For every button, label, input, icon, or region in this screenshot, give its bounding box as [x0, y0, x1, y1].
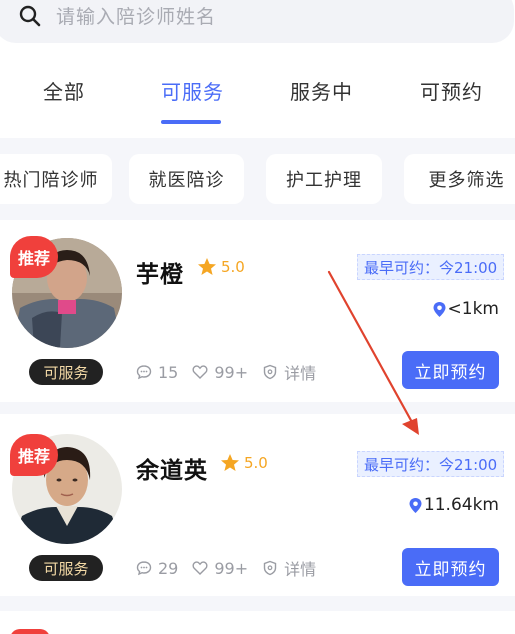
status-badge: 可服务 — [29, 359, 103, 385]
location-pin-icon — [433, 301, 446, 317]
star-icon — [221, 454, 239, 471]
likes-stat: 99+ — [192, 363, 248, 382]
tab-bookable[interactable]: 可预约 — [420, 76, 483, 105]
filter-chip-more[interactable]: 更多筛选 — [404, 154, 515, 204]
detail-link[interactable]: 详情 — [262, 556, 316, 580]
search-area: 请输入陪诊师姓名 — [0, 0, 515, 60]
search-placeholder: 请输入陪诊师姓名 — [56, 6, 217, 28]
search-input[interactable]: 请输入陪诊师姓名 — [0, 0, 514, 43]
card-stats: 15 99+ 详情 — [136, 360, 330, 384]
status-badge: 可服务 — [29, 555, 103, 581]
earliest-available: 最早可约：今21:00 — [357, 451, 505, 477]
heart-icon — [192, 365, 208, 379]
filter-bar: 热门陪诊师 就医陪诊 护工护理 更多筛选 — [0, 138, 515, 220]
rating-value: 5.0 — [244, 454, 268, 472]
tab-in-service[interactable]: 服务中 — [290, 76, 353, 105]
location-pin-icon — [409, 497, 422, 513]
comment-count: 15 — [158, 362, 179, 382]
earliest-available: 最早可约：今21:00 — [357, 254, 505, 280]
tab-available[interactable]: 可服务 — [161, 76, 224, 105]
distance: 11.64km — [409, 495, 499, 515]
likes-stat: 99+ — [192, 559, 248, 578]
escort-name: 芋橙 — [136, 262, 184, 288]
like-count: 99+ — [214, 558, 249, 578]
like-count: 99+ — [214, 362, 249, 382]
active-tab-indicator — [161, 120, 221, 124]
detail-label: 详情 — [284, 364, 317, 383]
filter-chip-medical-escort[interactable]: 就医陪诊 — [129, 154, 244, 204]
shield-icon — [263, 560, 277, 576]
escort-card[interactable]: 推荐 可服务 余道英 5.0 最早可约：今21:00 11.64km 29 99… — [0, 414, 515, 596]
recommended-badge: 推荐 — [10, 236, 58, 278]
escort-name: 余道英 — [136, 458, 208, 484]
distance: <1km — [433, 299, 499, 319]
comment-icon — [136, 561, 152, 576]
search-icon — [19, 5, 41, 26]
rating-value: 5.0 — [221, 258, 245, 276]
comment-count: 29 — [158, 558, 179, 578]
comments-stat: 29 — [136, 559, 178, 578]
recommended-badge: 推荐 — [10, 434, 58, 476]
recommended-badge-partial — [10, 629, 50, 634]
filter-chip-nursing[interactable]: 护工护理 — [266, 154, 382, 204]
detail-label: 详情 — [284, 560, 317, 579]
filter-chip-hot[interactable]: 热门陪诊师 — [0, 154, 112, 204]
heart-icon — [192, 561, 208, 575]
escort-card[interactable]: 推荐 可服务 芋橙 5.0 最早可约：今21:00 <1km 15 99+ 详情… — [0, 220, 515, 402]
distance-value: 11.64km — [423, 495, 499, 515]
tab-all[interactable]: 全部 — [43, 76, 85, 105]
comments-stat: 15 — [136, 363, 178, 382]
status-tabs: 全部 可服务 服务中 可预约 — [0, 60, 515, 138]
card-stats: 29 99+ 详情 — [136, 556, 330, 580]
distance-value: <1km — [447, 299, 499, 319]
comment-icon — [136, 365, 152, 380]
book-now-button[interactable]: 立即预约 — [402, 548, 499, 586]
shield-icon — [263, 364, 277, 380]
star-icon — [198, 258, 216, 275]
escort-card-partial[interactable] — [0, 611, 515, 634]
book-now-button[interactable]: 立即预约 — [402, 351, 499, 389]
detail-link[interactable]: 详情 — [262, 360, 316, 384]
